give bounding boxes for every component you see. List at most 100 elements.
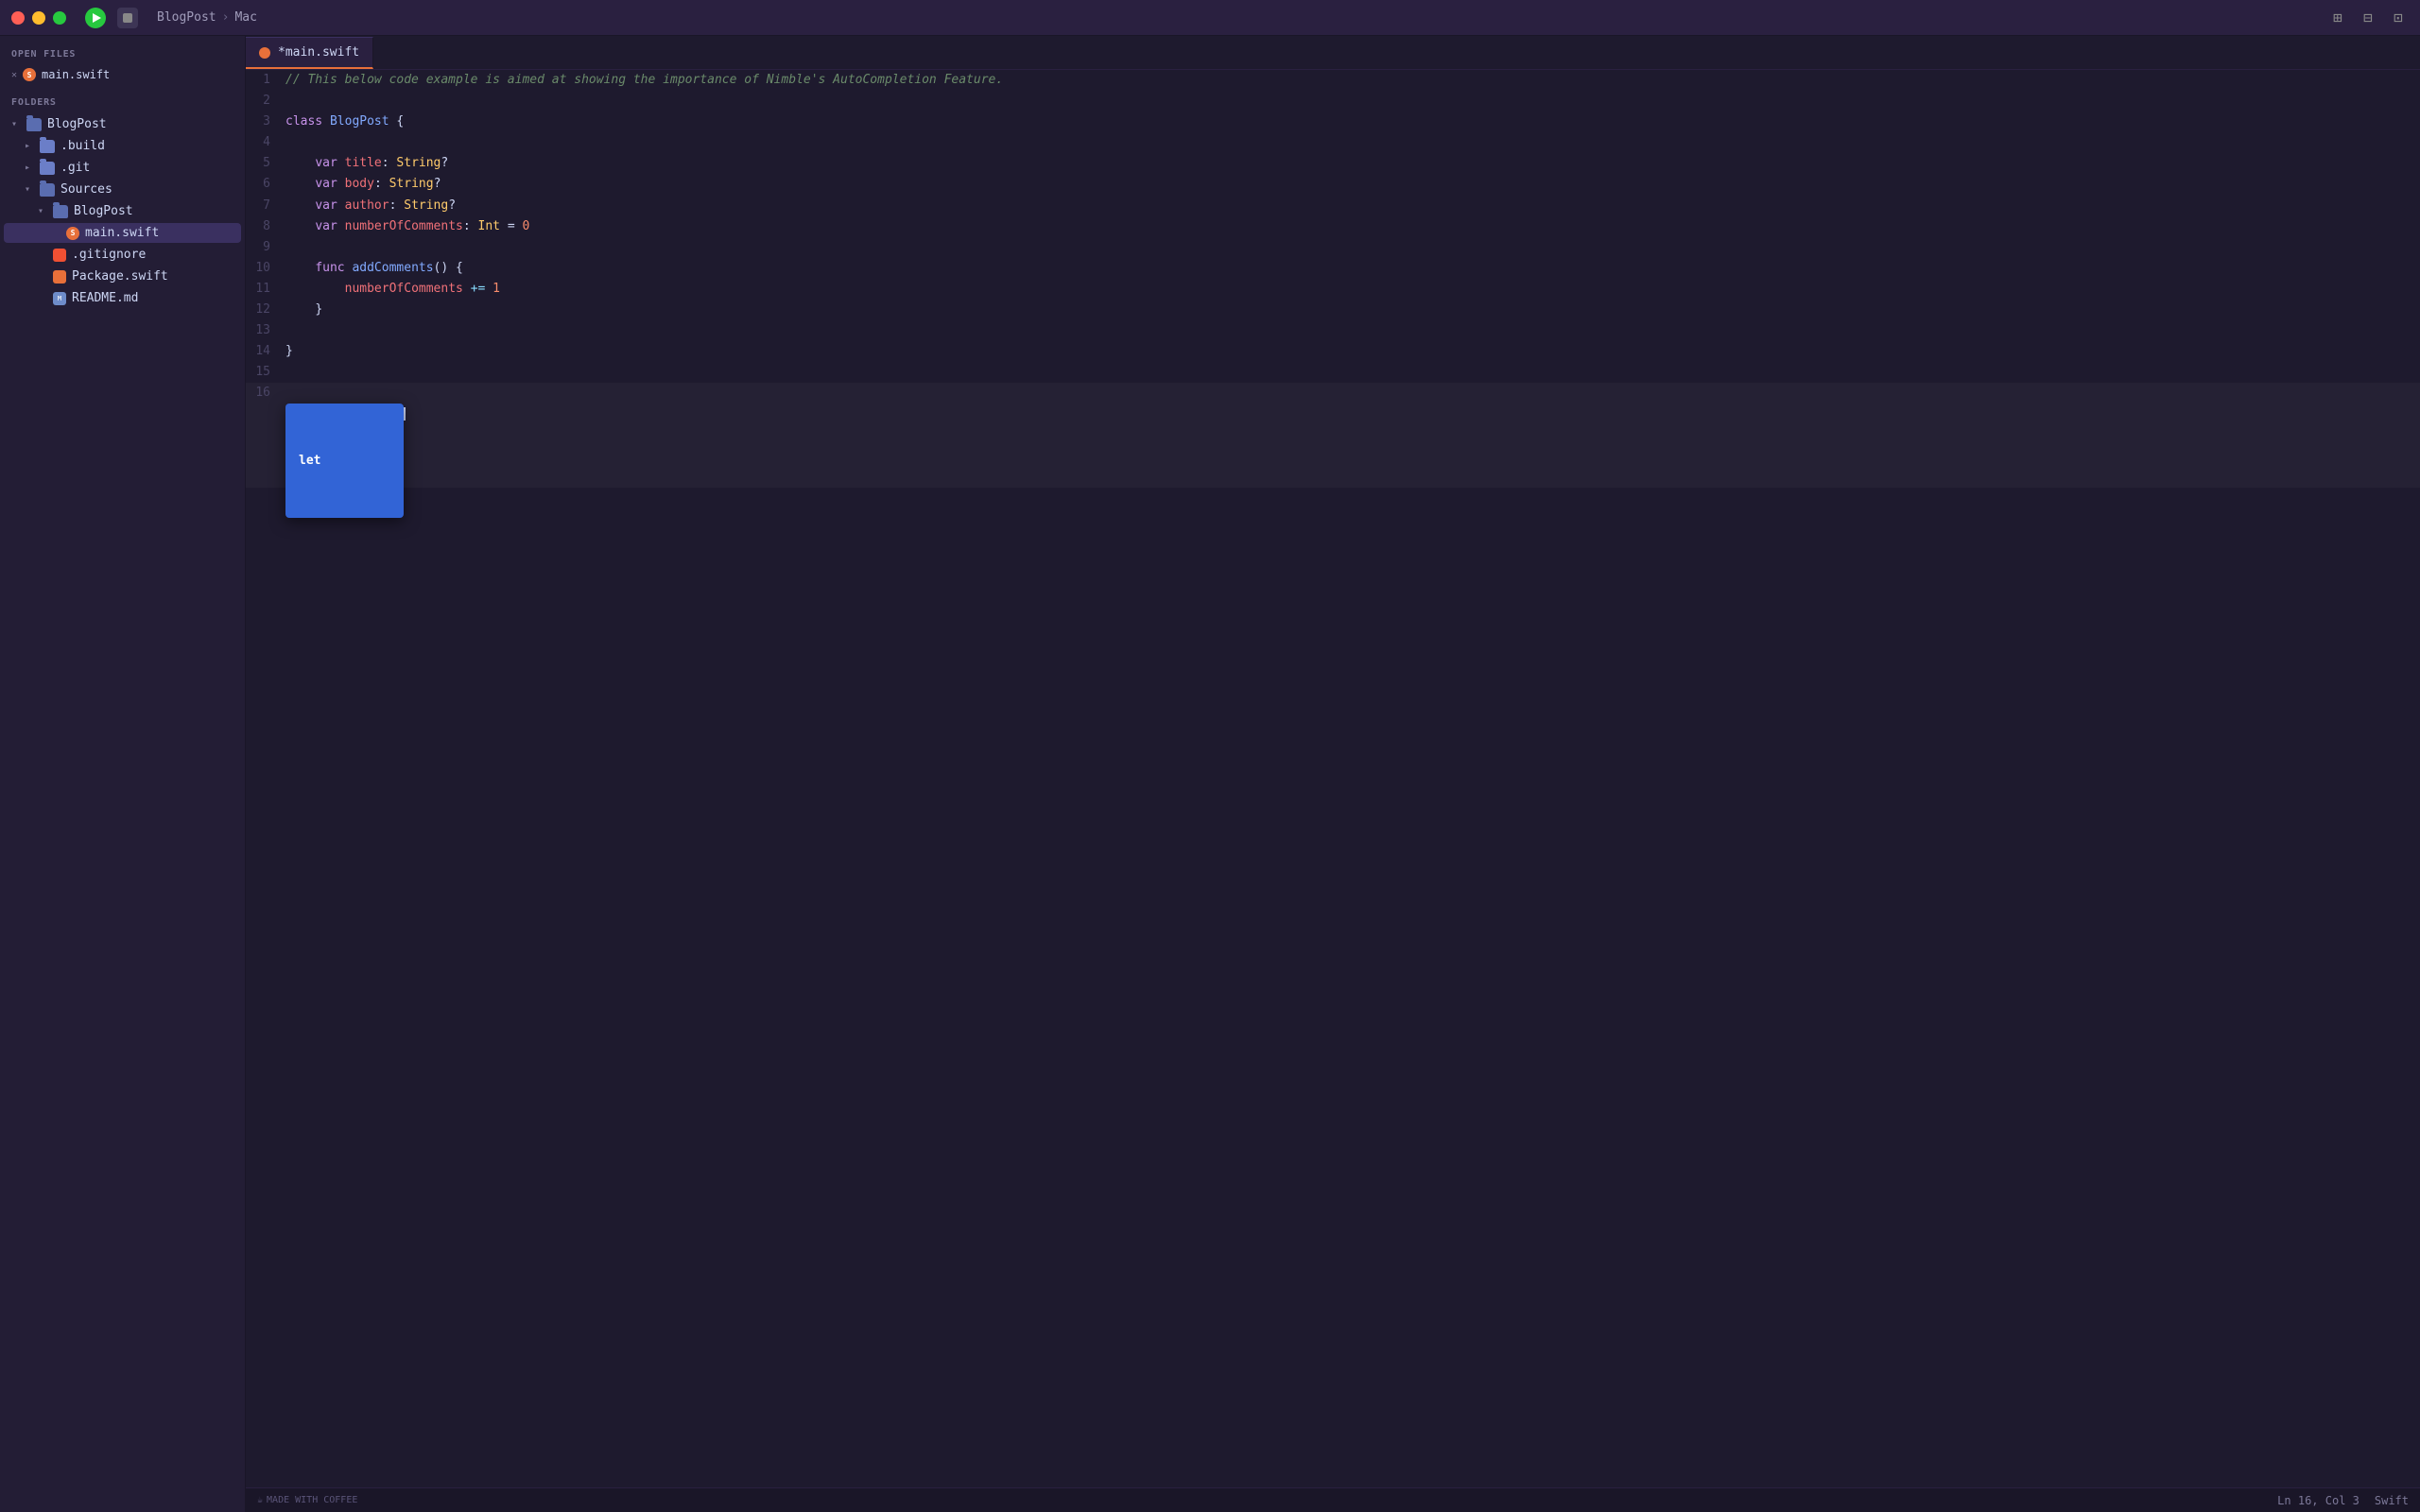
table-row: 6 var body: String? <box>246 174 2420 195</box>
tree-item-label: .build <box>60 139 105 153</box>
folder-open-icon <box>53 205 68 218</box>
swift-tab-icon <box>259 47 270 59</box>
line-number: 4 <box>246 132 285 153</box>
main-layout: OPEN FILES ✕ S main.swift FOLDERS ▾ Blog… <box>0 36 2420 1512</box>
close-button[interactable] <box>11 11 25 25</box>
stop-icon <box>123 13 132 23</box>
line-number: 7 <box>246 196 285 216</box>
line-code: } <box>285 300 2420 320</box>
tree-item-build[interactable]: ▸ .build <box>4 136 241 156</box>
line-number: 11 <box>246 279 285 300</box>
code-editor[interactable]: 1 // This below code example is aimed at… <box>246 70 2420 1487</box>
line-code: } <box>285 341 2420 362</box>
tree-item-label: Sources <box>60 182 112 197</box>
table-row: 10 func addComments() { <box>246 258 2420 279</box>
status-left: ☕ MADE WITH COFFEE <box>257 1495 357 1505</box>
coffee-icon: ☕ <box>257 1495 263 1505</box>
line-code: var numberOfComments: Int = 0 <box>285 216 2420 237</box>
table-row: 4 <box>246 132 2420 153</box>
split-icon[interactable]: ⊡ <box>2388 8 2409 28</box>
layout-icon[interactable]: ⊞ <box>2327 8 2348 28</box>
made-with-coffee: ☕ MADE WITH COFFEE <box>257 1495 357 1505</box>
close-file-icon[interactable]: ✕ <box>11 70 17 80</box>
line-code <box>285 362 2420 383</box>
line-code <box>285 91 2420 112</box>
cursor <box>404 407 406 421</box>
autocomplete-item-let[interactable]: let <box>285 448 404 474</box>
line-number: 10 <box>246 258 285 279</box>
folder-icon <box>40 140 55 153</box>
autocomplete-popup[interactable]: let <box>285 404 404 517</box>
stop-button[interactable] <box>117 8 138 28</box>
table-row: 7 var author: String? <box>246 196 2420 216</box>
tree-item-main-swift[interactable]: S main.swift <box>4 223 241 243</box>
tree-item-gitignore[interactable]: .gitignore <box>4 245 241 265</box>
line-code: class BlogPost { <box>285 112 2420 132</box>
breadcrumb-item-blogpost[interactable]: BlogPost <box>157 10 216 25</box>
title-bar-actions: ⊞ ⊟ ⊡ <box>2327 8 2409 28</box>
line-number: 3 <box>246 112 285 132</box>
breadcrumb-item-mac[interactable]: Mac <box>234 10 256 25</box>
line-number: 13 <box>246 320 285 341</box>
tab-label: *main.swift <box>278 45 359 60</box>
table-row: 15 <box>246 362 2420 383</box>
chevron-down-icon: ▾ <box>25 184 34 195</box>
maximize-button[interactable] <box>53 11 66 25</box>
minimize-button[interactable] <box>32 11 45 25</box>
tree-item-git[interactable]: ▸ .git <box>4 158 241 178</box>
line-code: numberOfComments += 1 <box>285 279 2420 300</box>
tab-bar: *main.swift <box>246 36 2420 70</box>
tree-item-label: BlogPost <box>47 117 107 131</box>
line-number-active: 16 <box>246 383 285 487</box>
line-code: var body: String? <box>285 174 2420 195</box>
language-indicator: Swift <box>2375 1494 2409 1507</box>
tree-item-sources[interactable]: ▾ Sources <box>4 180 241 199</box>
tree-item-blogpost-root[interactable]: ▾ BlogPost <box>4 114 241 134</box>
panel-icon[interactable]: ⊟ <box>2358 8 2378 28</box>
breadcrumb: BlogPost › Mac <box>157 10 257 25</box>
line-number: 1 <box>246 70 285 91</box>
md-file-icon: M <box>53 292 66 305</box>
status-right: Ln 16, Col 3 Swift <box>2277 1494 2409 1507</box>
title-bar: BlogPost › Mac ⊞ ⊟ ⊡ <box>0 0 2420 36</box>
open-files-label: OPEN FILES <box>0 36 245 65</box>
table-row: 14 } <box>246 341 2420 362</box>
table-row: 11 numberOfComments += 1 <box>246 279 2420 300</box>
tree-item-blogpost-sub[interactable]: ▾ BlogPost <box>4 201 241 221</box>
code-table: 1 // This below code example is aimed at… <box>246 70 2420 488</box>
git-file-icon <box>53 249 66 262</box>
line-number: 12 <box>246 300 285 320</box>
line-number: 6 <box>246 174 285 195</box>
line-number: 14 <box>246 341 285 362</box>
window-controls[interactable] <box>11 11 66 25</box>
tab-main-swift[interactable]: *main.swift <box>246 37 373 69</box>
swift-file-icon: S <box>66 227 79 240</box>
tree-item-readme[interactable]: M README.md <box>4 288 241 308</box>
swift-icon: S <box>23 68 36 81</box>
line-number: 9 <box>246 237 285 258</box>
chevron-right-icon: ▸ <box>25 141 34 151</box>
table-row: 3 class BlogPost { <box>246 112 2420 132</box>
tree-item-label: .git <box>60 161 90 175</box>
table-row: 5 var title: String? <box>246 153 2420 174</box>
line-number: 8 <box>246 216 285 237</box>
chevron-right-icon: ▸ <box>25 163 34 173</box>
line-code <box>285 237 2420 258</box>
tree-item-package-swift[interactable]: Package.swift <box>4 266 241 286</box>
made-with-label: MADE WITH COFFEE <box>267 1495 357 1505</box>
folder-open-icon <box>26 118 42 131</box>
open-file-name: main.swift <box>42 68 110 81</box>
chevron-down-icon: ▾ <box>38 206 47 216</box>
tree-item-label: BlogPost <box>74 204 133 218</box>
folders-label: FOLDERS <box>0 84 245 113</box>
folder-icon <box>40 162 55 175</box>
folder-open-icon <box>40 183 55 197</box>
table-row-active: 16 le let <box>246 383 2420 487</box>
play-button[interactable] <box>85 8 106 28</box>
open-file-main-swift[interactable]: ✕ S main.swift <box>0 65 245 84</box>
line-code: var title: String? <box>285 153 2420 174</box>
tree-item-label: main.swift <box>85 226 159 240</box>
line-code: func addComments() { <box>285 258 2420 279</box>
tree-item-label: Package.swift <box>72 269 168 284</box>
line-code <box>285 132 2420 153</box>
